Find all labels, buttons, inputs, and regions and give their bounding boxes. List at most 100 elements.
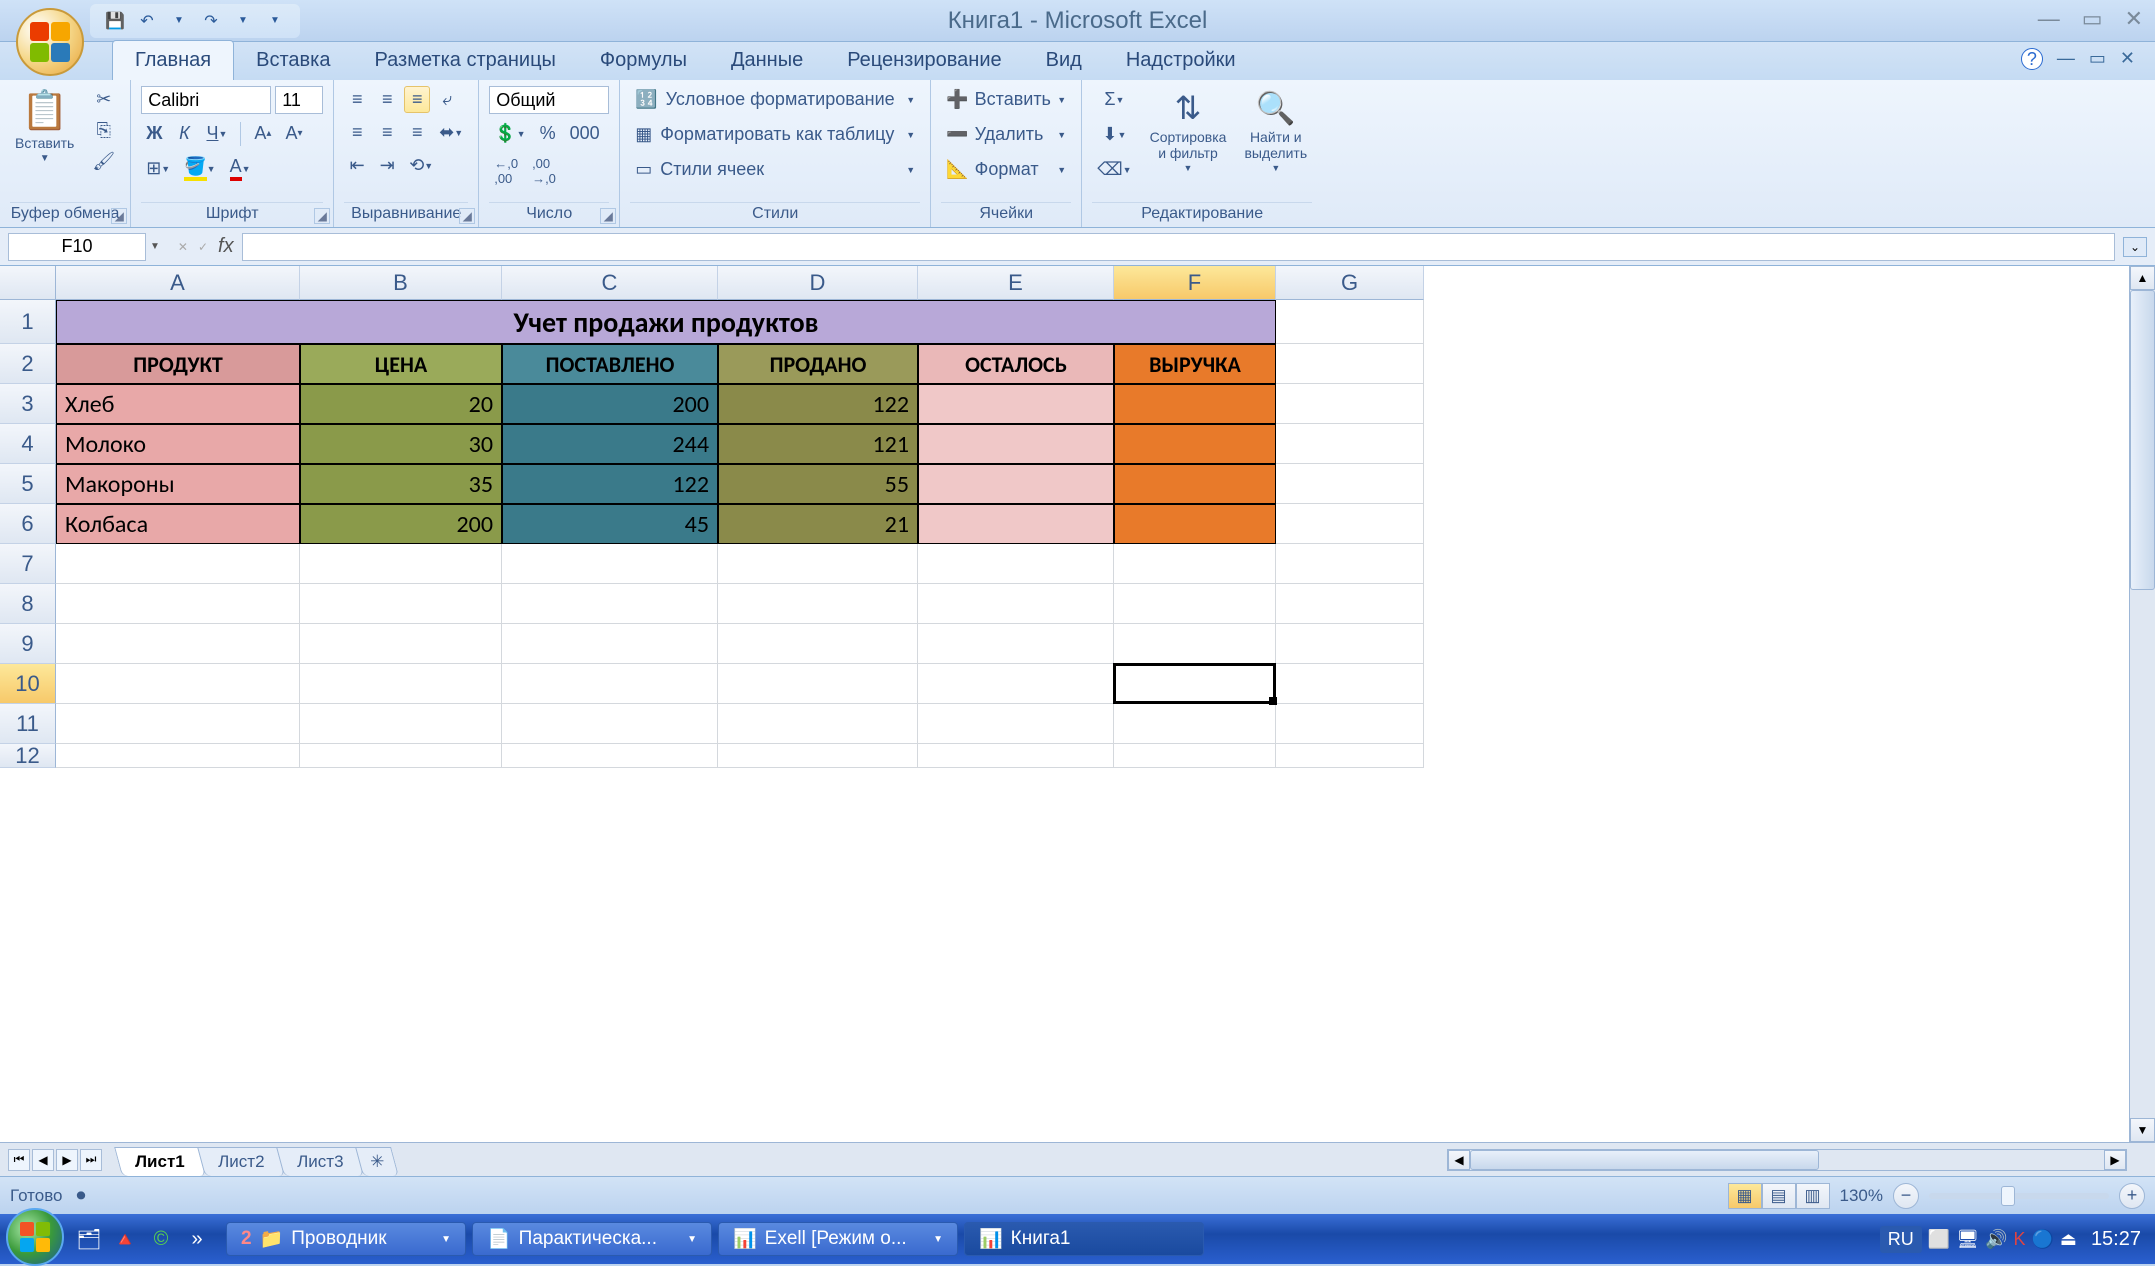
redo-dropdown-icon[interactable]: ▼ xyxy=(230,8,256,34)
cell-F4[interactable] xyxy=(1114,424,1276,464)
cell-A5[interactable]: Макороны xyxy=(56,464,300,504)
row-header-2[interactable]: 2 xyxy=(0,344,56,384)
col-header-A[interactable]: A xyxy=(56,266,300,300)
tray-icon-6[interactable]: ⏏ xyxy=(2060,1229,2077,1250)
row-header-12[interactable]: 12 xyxy=(0,744,56,768)
cell-F7[interactable] xyxy=(1114,544,1276,584)
doc-restore-button[interactable]: ▭ xyxy=(2089,48,2106,70)
ql-icon-2[interactable]: 🔺 xyxy=(110,1221,140,1257)
page-break-view-button[interactable]: ▥ xyxy=(1796,1183,1830,1209)
paste-button[interactable]: 📋 Вставить ▼ xyxy=(10,86,79,167)
tray-volume-icon[interactable]: 🔊 xyxy=(1985,1229,2007,1250)
tray-antivirus-icon[interactable]: K xyxy=(2013,1229,2025,1250)
col-header-C[interactable]: C xyxy=(502,266,718,300)
next-sheet-button[interactable]: ▶ xyxy=(56,1149,78,1171)
zoom-in-button[interactable]: + xyxy=(2119,1183,2145,1209)
cell-F10[interactable] xyxy=(1114,664,1276,704)
clipboard-launcher-icon[interactable]: ◢ xyxy=(111,208,127,224)
fx-button[interactable]: fx xyxy=(218,235,234,258)
merge-button[interactable]: ⬌ ▼ xyxy=(434,119,468,146)
cell-B11[interactable] xyxy=(300,704,502,744)
enter-formula-icon[interactable]: ✓ xyxy=(198,240,208,254)
cell-A9[interactable] xyxy=(56,624,300,664)
cell-C2[interactable]: ПОСТАВЛЕНО xyxy=(502,344,718,384)
cell-D3[interactable]: 122 xyxy=(718,384,918,424)
cell-A11[interactable] xyxy=(56,704,300,744)
cell-G12[interactable] xyxy=(1276,744,1424,768)
sort-filter-button[interactable]: ⇅ Сортировка и фильтр▼ xyxy=(1145,86,1232,176)
cell-F2[interactable]: ВЫРУЧКА xyxy=(1114,344,1276,384)
number-format-select[interactable] xyxy=(489,86,609,114)
hscroll-thumb[interactable] xyxy=(1470,1150,1819,1170)
cell-E4[interactable] xyxy=(918,424,1114,464)
cell-D2[interactable]: ПРОДАНО xyxy=(718,344,918,384)
increase-indent-button[interactable]: ⇥ xyxy=(374,152,400,179)
taskbar-item-3[interactable]: 📊Книга1 xyxy=(964,1222,1204,1256)
cell-C5[interactable]: 122 xyxy=(502,464,718,504)
align-bottom-button[interactable]: ≡ xyxy=(404,86,430,113)
cell-B2[interactable]: ЦЕНА xyxy=(300,344,502,384)
tab-data[interactable]: Данные xyxy=(709,41,825,80)
cell-D6[interactable]: 21 xyxy=(718,504,918,544)
cell-G5[interactable] xyxy=(1276,464,1424,504)
tab-page-layout[interactable]: Разметка страницы xyxy=(352,41,577,80)
cell-B7[interactable] xyxy=(300,544,502,584)
cell-B10[interactable] xyxy=(300,664,502,704)
cut-button[interactable]: ✂ xyxy=(87,86,120,113)
ql-icon-4[interactable]: » xyxy=(182,1221,212,1257)
tab-review[interactable]: Рецензирование xyxy=(825,41,1023,80)
minimize-button[interactable]: — xyxy=(2038,6,2060,32)
col-header-D[interactable]: D xyxy=(718,266,918,300)
cell-E10[interactable] xyxy=(918,664,1114,704)
cells-area[interactable]: Учет продажи продуктовПРОДУКТЦЕНАПОСТАВЛ… xyxy=(56,300,2155,1142)
cell-D11[interactable] xyxy=(718,704,918,744)
cell-B9[interactable] xyxy=(300,624,502,664)
underline-button[interactable]: Ч ▼ xyxy=(201,120,232,147)
cell-styles-button[interactable]: ▭Стили ячеек ▼ xyxy=(630,156,920,183)
vscroll-thumb[interactable] xyxy=(2130,290,2155,590)
cell-A10[interactable] xyxy=(56,664,300,704)
name-box[interactable]: F10 xyxy=(8,233,146,261)
orientation-button[interactable]: ⟲ ▼ xyxy=(404,152,438,179)
qat-customize-icon[interactable]: ▼ xyxy=(262,8,288,34)
cell-G2[interactable] xyxy=(1276,344,1424,384)
cell-C3[interactable]: 200 xyxy=(502,384,718,424)
zoom-level[interactable]: 130% xyxy=(1840,1186,1883,1206)
cell-F3[interactable] xyxy=(1114,384,1276,424)
tab-view[interactable]: Вид xyxy=(1024,41,1104,80)
cell-C4[interactable]: 244 xyxy=(502,424,718,464)
number-launcher-icon[interactable]: ◢ xyxy=(600,208,616,224)
office-button[interactable] xyxy=(16,8,84,76)
cell-C6[interactable]: 45 xyxy=(502,504,718,544)
cell-G3[interactable] xyxy=(1276,384,1424,424)
align-right-button[interactable]: ≡ xyxy=(404,119,430,146)
undo-button[interactable]: ↶ xyxy=(134,8,160,34)
align-top-button[interactable]: ≡ xyxy=(344,86,370,113)
cell-E5[interactable] xyxy=(918,464,1114,504)
col-header-B[interactable]: B xyxy=(300,266,502,300)
cell-G10[interactable] xyxy=(1276,664,1424,704)
tray-icon-1[interactable]: ⬜ xyxy=(1928,1229,1950,1250)
shrink-font-button[interactable]: A▾ xyxy=(280,120,307,147)
font-size-input[interactable] xyxy=(275,86,323,114)
vertical-scrollbar[interactable]: ▲ ▼ xyxy=(2129,266,2155,1142)
cell-C7[interactable] xyxy=(502,544,718,584)
font-color-button[interactable]: A ▼ xyxy=(225,153,256,184)
tray-icon-5[interactable]: 🔵 xyxy=(2032,1229,2054,1250)
cell-E6[interactable] xyxy=(918,504,1114,544)
prev-sheet-button[interactable]: ◀ xyxy=(32,1149,54,1171)
cell-D7[interactable] xyxy=(718,544,918,584)
taskbar-item-2[interactable]: 📊Exell [Режим о... ▼ xyxy=(718,1222,958,1256)
start-button[interactable] xyxy=(6,1208,64,1266)
cell-D8[interactable] xyxy=(718,584,918,624)
row-header-11[interactable]: 11 xyxy=(0,704,56,744)
new-sheet-button[interactable]: ✳ xyxy=(356,1147,400,1176)
scroll-down-icon[interactable]: ▼ xyxy=(2130,1118,2155,1142)
cell-B4[interactable]: 30 xyxy=(300,424,502,464)
cell-B6[interactable]: 200 xyxy=(300,504,502,544)
format-cells-button[interactable]: 📐Формат ▼ xyxy=(941,156,1071,183)
col-header-F[interactable]: F xyxy=(1114,266,1276,300)
undo-dropdown-icon[interactable]: ▼ xyxy=(166,8,192,34)
sheet-tab-1[interactable]: Лист1 xyxy=(114,1147,205,1176)
last-sheet-button[interactable]: ⏭ xyxy=(80,1149,102,1171)
